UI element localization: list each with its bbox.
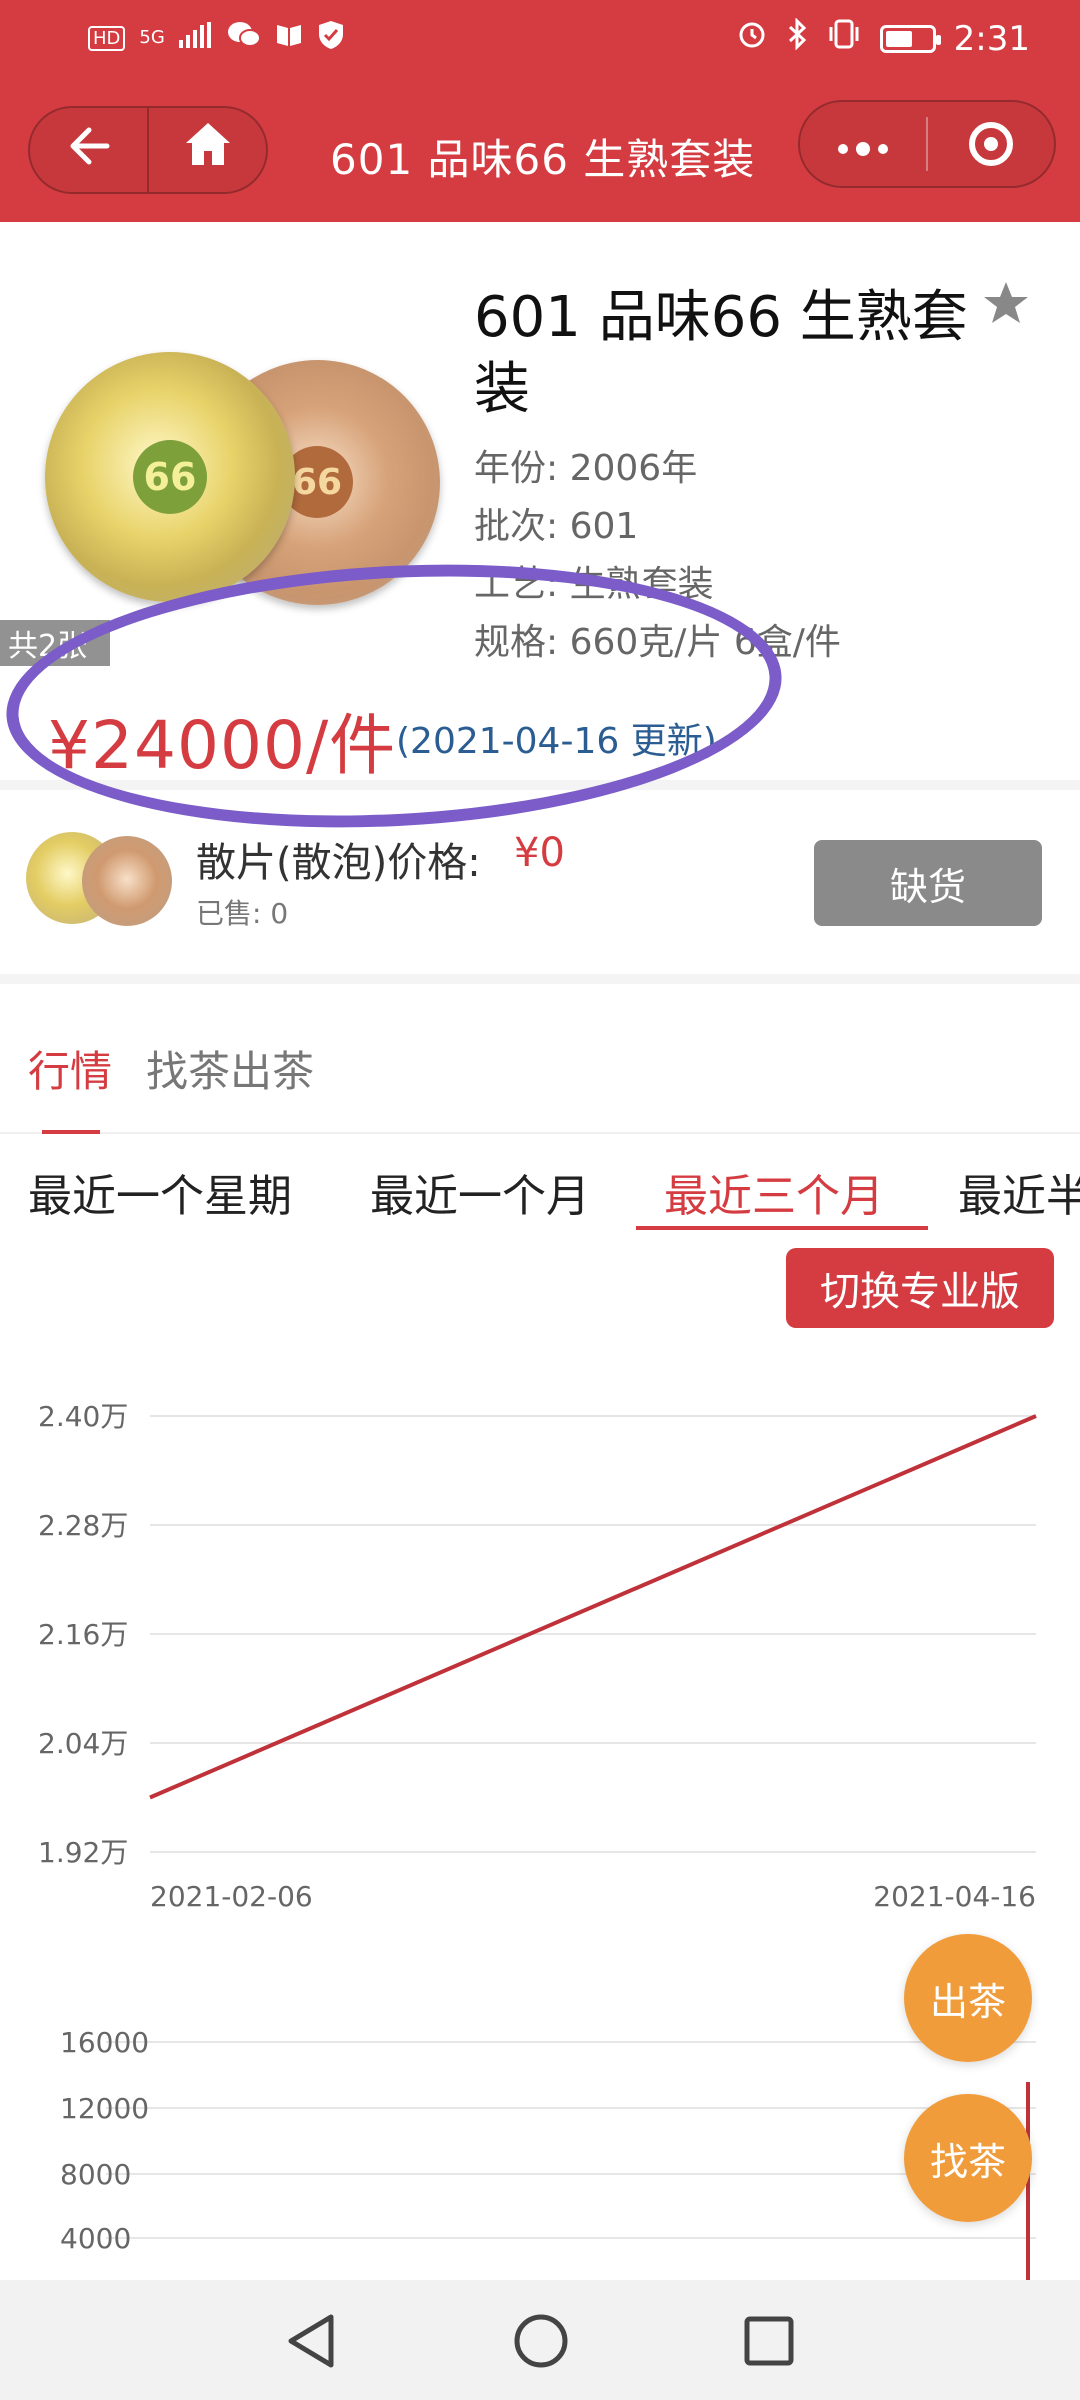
target-icon xyxy=(969,122,1013,166)
loose-price-value: ¥0 xyxy=(514,830,565,876)
mini-program-capsule xyxy=(798,100,1056,188)
switch-pro-button[interactable]: 切换专业版 xyxy=(786,1248,1054,1328)
out-of-stock-button[interactable]: 缺货 xyxy=(814,840,1042,926)
screen: HD 5G 2:31 601 品味66 生熟套装 66 66 601 品味66 … xyxy=(0,0,1080,2400)
battery-level xyxy=(885,30,912,47)
y-tick-label: 8000 xyxy=(60,2158,131,2191)
back-triangle-icon[interactable] xyxy=(278,2308,344,2374)
back-button[interactable] xyxy=(30,108,147,192)
loose-thumb-ripe xyxy=(82,836,172,926)
alarm-icon xyxy=(736,18,768,59)
nav-pill xyxy=(28,106,268,194)
sold-count: 已售: 0 xyxy=(196,897,289,930)
x-tick-label: 2021-02-06 xyxy=(150,1880,313,1913)
bluetooth-icon xyxy=(786,17,808,59)
home-circle-icon[interactable] xyxy=(508,2308,574,2374)
close-program-button[interactable] xyxy=(928,122,1054,166)
find-tea-button[interactable]: 找茶 xyxy=(904,2094,1032,2222)
page-title: 601 品味66 生熟套装 xyxy=(330,135,756,184)
tab-find-sell[interactable]: 找茶出茶 xyxy=(146,1038,314,1099)
product-batch: 批次: 601 xyxy=(474,506,639,547)
shield-icon xyxy=(317,20,345,56)
range-week[interactable]: 最近一个星期 xyxy=(28,1160,292,1224)
y-tick-label: 2.04万 xyxy=(38,1727,128,1760)
y-tick-label: 16000 xyxy=(60,2026,149,2059)
loose-price-label: 散片(散泡)价格: xyxy=(196,840,481,886)
hd-icon: HD xyxy=(88,25,126,51)
tab-bar: 行情 找茶出茶 xyxy=(0,1000,1080,1134)
recents-square-icon[interactable] xyxy=(736,2308,802,2374)
more-dots-icon xyxy=(835,121,891,167)
battery-icon xyxy=(879,24,941,53)
signal-icon xyxy=(178,22,213,54)
star-icon[interactable] xyxy=(982,280,1030,338)
status-right: 2:31 xyxy=(736,17,1030,59)
cake-emblem-raw: 66 xyxy=(133,440,207,514)
section-divider-2 xyxy=(0,974,1080,984)
y-tick-label: 2.40万 xyxy=(38,1400,128,1433)
back-arrow-icon xyxy=(67,122,111,178)
tea-cake-image-raw[interactable]: 66 xyxy=(45,352,295,602)
time-range-bar: 最近一个星期 最近一个月 最近三个月 最近半年 xyxy=(0,1134,1080,1234)
y-tick-label: 1.92万 xyxy=(38,1836,128,1869)
tab-market[interactable]: 行情 xyxy=(28,1038,112,1099)
product-title: 601 品味66 生熟套装 xyxy=(474,285,968,422)
price-series-line xyxy=(149,1414,1037,1800)
network-5g-icon: 5G xyxy=(139,27,165,48)
range-month[interactable]: 最近一个月 xyxy=(370,1160,590,1224)
x-tick-label: 2021-04-16 xyxy=(873,1880,1036,1913)
wechat-icon xyxy=(227,20,261,56)
system-nav-bar xyxy=(0,2280,1080,2400)
status-time: 2:31 xyxy=(953,18,1030,59)
y-tick-label: 12000 xyxy=(60,2092,149,2125)
price-line-chart: 2.40万 2.28万 2.16万 2.04万 1.92万 2021-02-06 2021-… xyxy=(38,1400,1037,1913)
y-tick-label: 2.16万 xyxy=(38,1618,128,1651)
status-bar: HD 5G 2:31 xyxy=(0,0,1080,80)
range-three-months[interactable]: 最近三个月 xyxy=(664,1160,884,1224)
range-half-year[interactable]: 最近半年 xyxy=(958,1160,1080,1224)
status-left: HD 5G xyxy=(88,20,345,56)
range-indicator xyxy=(636,1226,928,1230)
book-icon xyxy=(275,22,303,54)
home-button[interactable] xyxy=(149,108,266,192)
product-year: 年份: 2006年 xyxy=(474,448,698,489)
more-button[interactable] xyxy=(800,121,926,167)
y-tick-label: 4000 xyxy=(60,2222,131,2255)
y-tick-label: 2.28万 xyxy=(38,1509,128,1542)
header-bar: 601 品味66 生熟套装 xyxy=(0,80,1080,222)
vibrate-icon xyxy=(826,18,862,59)
home-icon xyxy=(184,121,232,179)
sell-tea-button[interactable]: 出茶 xyxy=(904,1934,1032,2062)
